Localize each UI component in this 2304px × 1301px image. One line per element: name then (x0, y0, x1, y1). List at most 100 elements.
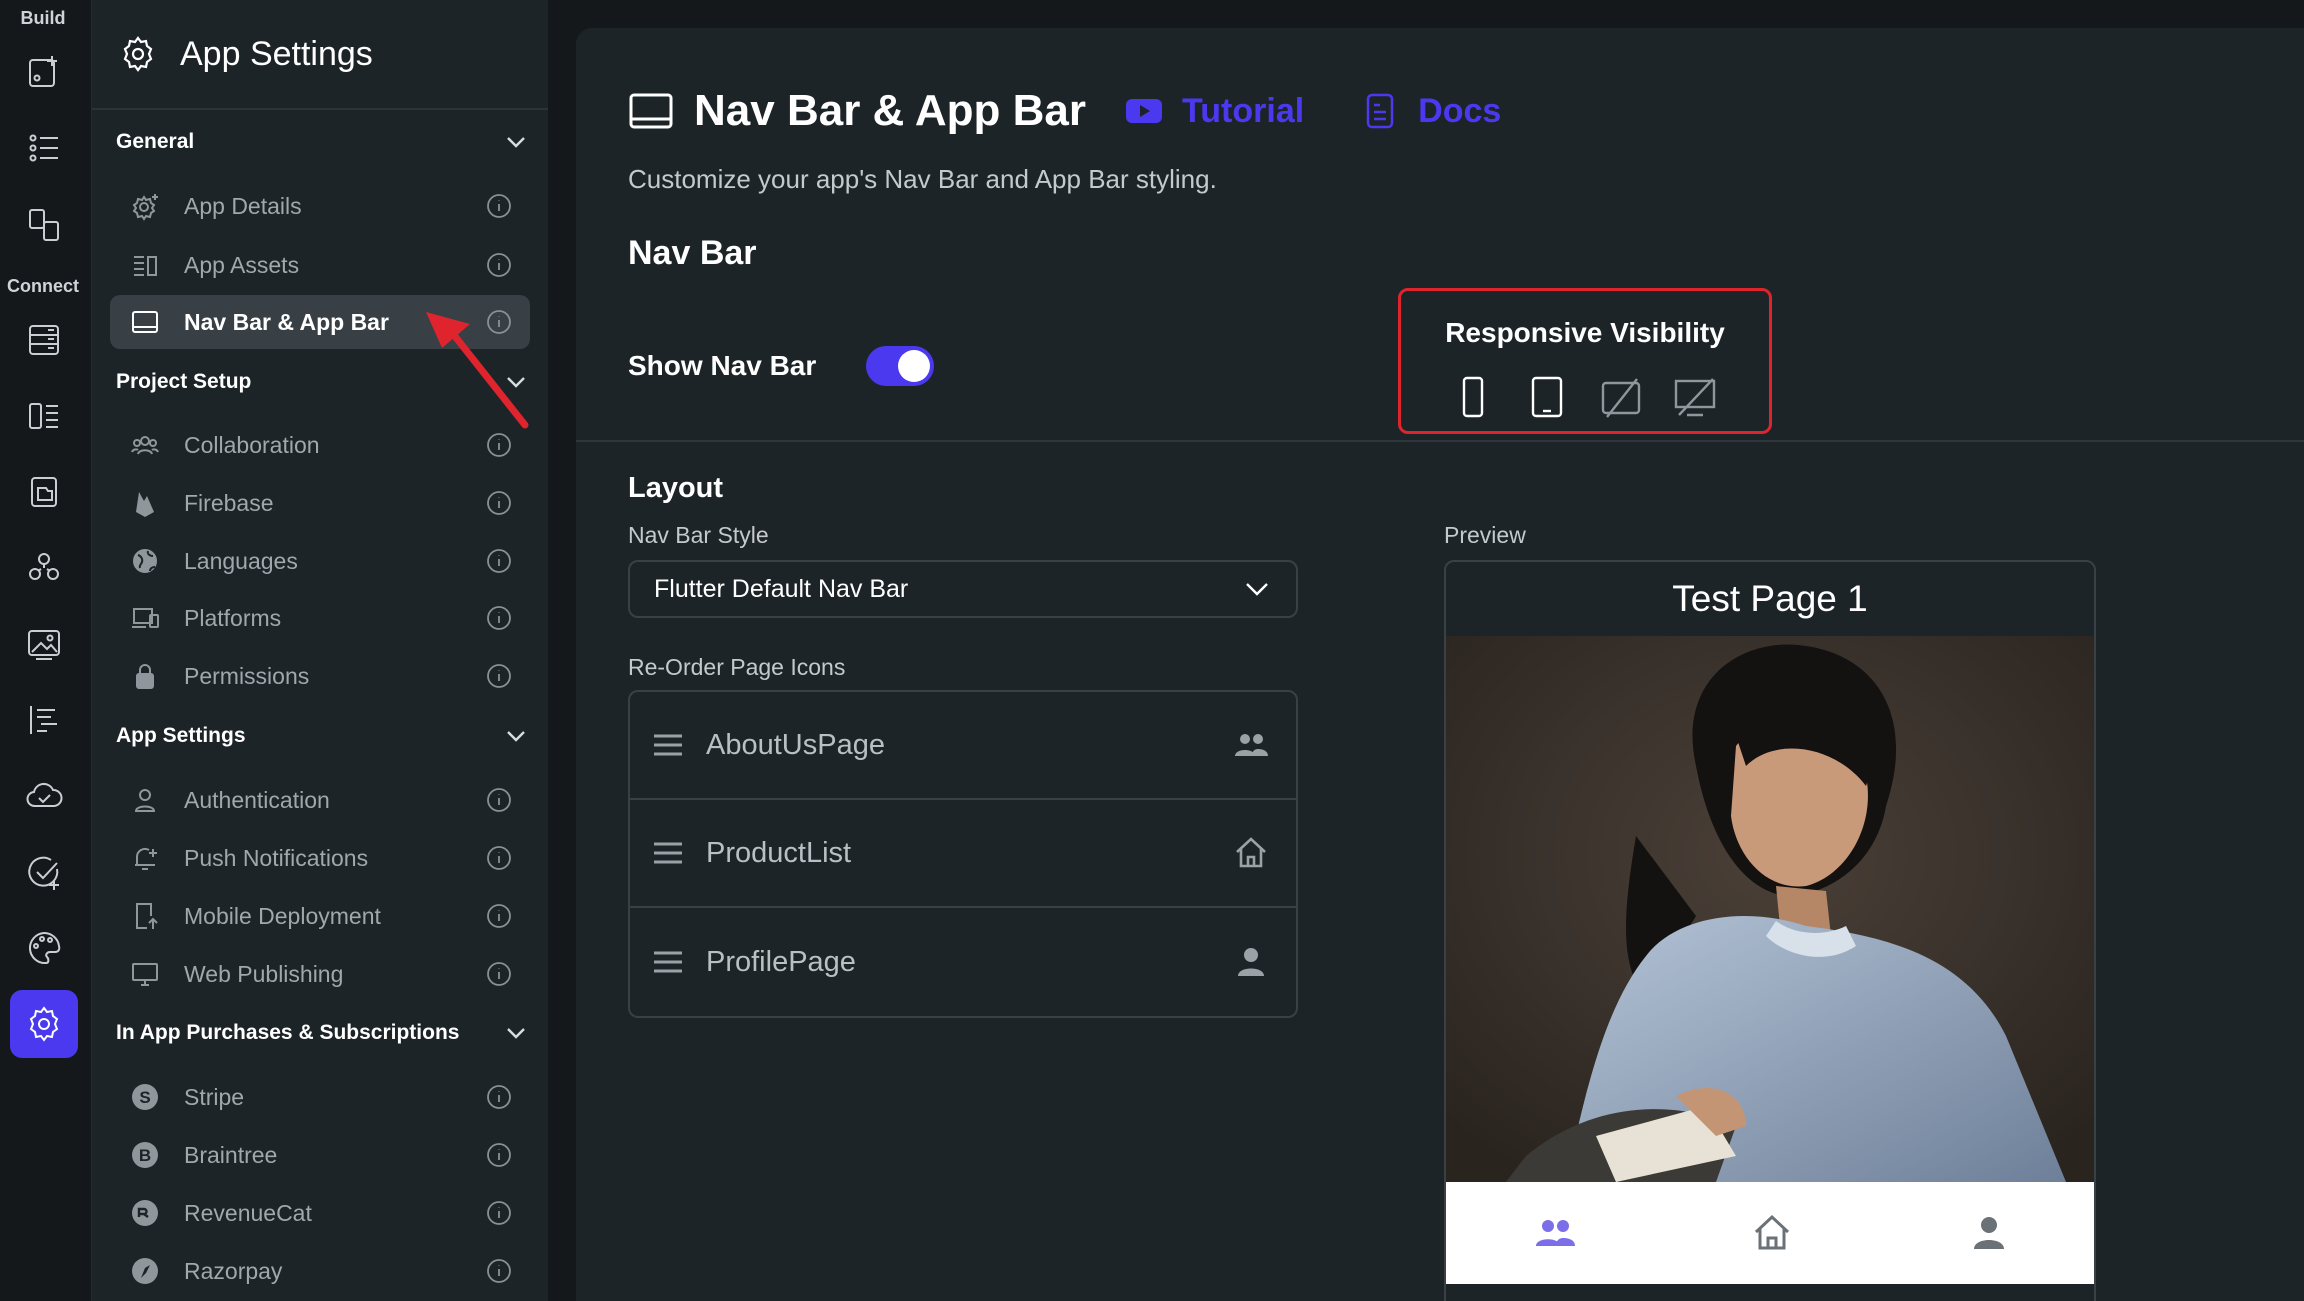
page-title: Nav Bar & App Bar (694, 86, 1087, 135)
widget-tree-icon[interactable] (10, 114, 78, 182)
add-page-icon[interactable] (10, 38, 78, 106)
sidebar-item-authentication[interactable]: Authentication (110, 773, 530, 827)
info-icon[interactable] (486, 605, 512, 631)
info-icon[interactable] (486, 1258, 512, 1284)
svg-text:B: B (139, 1146, 151, 1165)
info-icon[interactable] (486, 845, 512, 871)
rail-connect-label: Connect (7, 276, 79, 296)
revenuecat-icon (132, 1200, 158, 1226)
info-icon[interactable] (486, 252, 512, 278)
sidebar-item-push-notifications[interactable]: Push Notifications (110, 831, 530, 885)
docs-label: Docs (1418, 91, 1502, 130)
person-icon[interactable] (1232, 943, 1270, 981)
reorder-label: Re-Order Page Icons (628, 654, 846, 680)
stripe-icon: S (132, 1084, 158, 1110)
sidebar-item-permissions[interactable]: Permissions (110, 649, 530, 703)
list-item[interactable]: AboutUsPage (630, 692, 1296, 800)
custom-code-icon[interactable] (10, 534, 78, 602)
desktop-hidden-icon[interactable] (1673, 375, 1717, 419)
api-calls-icon[interactable] (10, 382, 78, 450)
docs-link[interactable]: Docs (1360, 91, 1501, 131)
preview-label: Preview (1444, 522, 1526, 548)
people-icon (131, 436, 159, 455)
sidebar-item-label: Firebase (184, 489, 274, 516)
nav-bar-heading: Nav Bar (628, 234, 757, 272)
show-nav-bar-toggle[interactable] (866, 346, 935, 386)
annotation-arrow (426, 312, 529, 429)
lock-icon (136, 664, 154, 689)
monitor-icon (132, 963, 158, 986)
info-icon[interactable] (486, 1084, 512, 1110)
sidebar-item-app-details[interactable]: App Details (110, 179, 530, 233)
info-icon[interactable] (486, 490, 512, 516)
list-item[interactable]: ProfilePage (630, 908, 1296, 1016)
tablet-visible-icon[interactable] (1525, 375, 1569, 419)
sidebar-item-razorpay[interactable]: Razorpay (110, 1244, 530, 1298)
home-icon[interactable] (1232, 834, 1270, 872)
media-assets-icon[interactable] (10, 458, 78, 526)
drag-handle-icon[interactable] (652, 840, 684, 866)
section-label: In App Purchases & Subscriptions (116, 1021, 460, 1044)
info-icon[interactable] (486, 193, 512, 219)
info-icon[interactable] (486, 787, 512, 813)
sidebar-item-braintree[interactable]: B Braintree (110, 1128, 530, 1182)
section-in-app-purchases[interactable]: In App Purchases & Subscriptions (116, 1011, 528, 1055)
sidebar-item-mobile-deployment[interactable]: Mobile Deployment (110, 889, 530, 943)
nav-bar-style-dropdown[interactable]: Flutter Default Nav Bar (628, 560, 1298, 618)
section-app-settings[interactable]: App Settings (116, 714, 528, 758)
drag-handle-icon[interactable] (652, 732, 684, 758)
theme-palette-icon[interactable] (10, 914, 78, 982)
tutorial-link[interactable]: Tutorial (1124, 91, 1304, 131)
chevron-down-icon (507, 1028, 525, 1039)
drag-handle-icon[interactable] (652, 949, 684, 975)
sidebar-item-label: Languages (184, 547, 298, 574)
sidebar-item-label: Razorpay (184, 1257, 283, 1284)
tablet-landscape-hidden-icon[interactable] (1599, 375, 1643, 419)
info-icon[interactable] (486, 1142, 512, 1168)
list-item[interactable]: ProductList (630, 800, 1296, 908)
chevron-down-icon (507, 731, 525, 742)
image-library-icon[interactable] (10, 610, 78, 678)
info-icon[interactable] (486, 1200, 512, 1226)
info-icon[interactable] (486, 961, 512, 987)
sidebar-item-firebase[interactable]: Firebase (110, 476, 530, 530)
info-icon[interactable] (486, 663, 512, 689)
sidebar-item-languages[interactable]: Languages (110, 534, 530, 588)
sidebar-item-label: Web Publishing (184, 960, 344, 987)
person-icon[interactable] (1967, 1211, 2011, 1255)
phone-visible-icon[interactable] (1451, 375, 1495, 419)
cloud-check-icon[interactable] (10, 762, 78, 830)
sidebar-item-app-assets[interactable]: App Assets (110, 238, 530, 292)
settings-sidebar: App Settings General App Details App Ass… (92, 0, 548, 1301)
test-check-icon[interactable] (10, 838, 78, 906)
group-icon[interactable] (1232, 726, 1270, 764)
info-icon[interactable] (486, 903, 512, 929)
group-icon[interactable] (1533, 1211, 1577, 1255)
page-name: ProfilePage (706, 945, 856, 978)
gear-sparkle-icon (132, 194, 158, 221)
toggle-knob (898, 350, 931, 382)
settings-gear-icon[interactable] (10, 990, 78, 1058)
home-icon[interactable] (1750, 1211, 1794, 1255)
sidebar-item-label: Mobile Deployment (184, 902, 381, 929)
main-panel: Nav Bar & App Bar Tutorial Docs Customiz… (576, 28, 2304, 1301)
woman-reading-photo (1446, 636, 2094, 1182)
section-label: Project Setup (116, 370, 252, 393)
show-nav-bar-label: Show Nav Bar (628, 350, 817, 381)
storyboard-icon[interactable] (10, 190, 78, 258)
sidebar-item-label: Stripe (184, 1083, 245, 1110)
sidebar-item-revenuecat[interactable]: RevenueCat (110, 1186, 530, 1240)
rail-build-label: Build (20, 8, 66, 28)
sidebar-item-platforms[interactable]: Platforms (110, 591, 530, 645)
razorpay-icon (132, 1258, 158, 1284)
section-general[interactable]: General (116, 120, 528, 164)
bell-icon (135, 847, 157, 870)
sidebar-item-web-publishing[interactable]: Web Publishing (110, 947, 530, 1001)
sidebar-item-stripe[interactable]: S Stripe (110, 1070, 530, 1124)
preview-image (1446, 636, 2094, 1182)
database-icon[interactable] (10, 306, 78, 374)
show-nav-bar-row: Show Nav Bar (628, 346, 935, 386)
info-icon[interactable] (486, 548, 512, 574)
outline-icon[interactable] (10, 686, 78, 754)
youtube-icon (1126, 99, 1163, 123)
